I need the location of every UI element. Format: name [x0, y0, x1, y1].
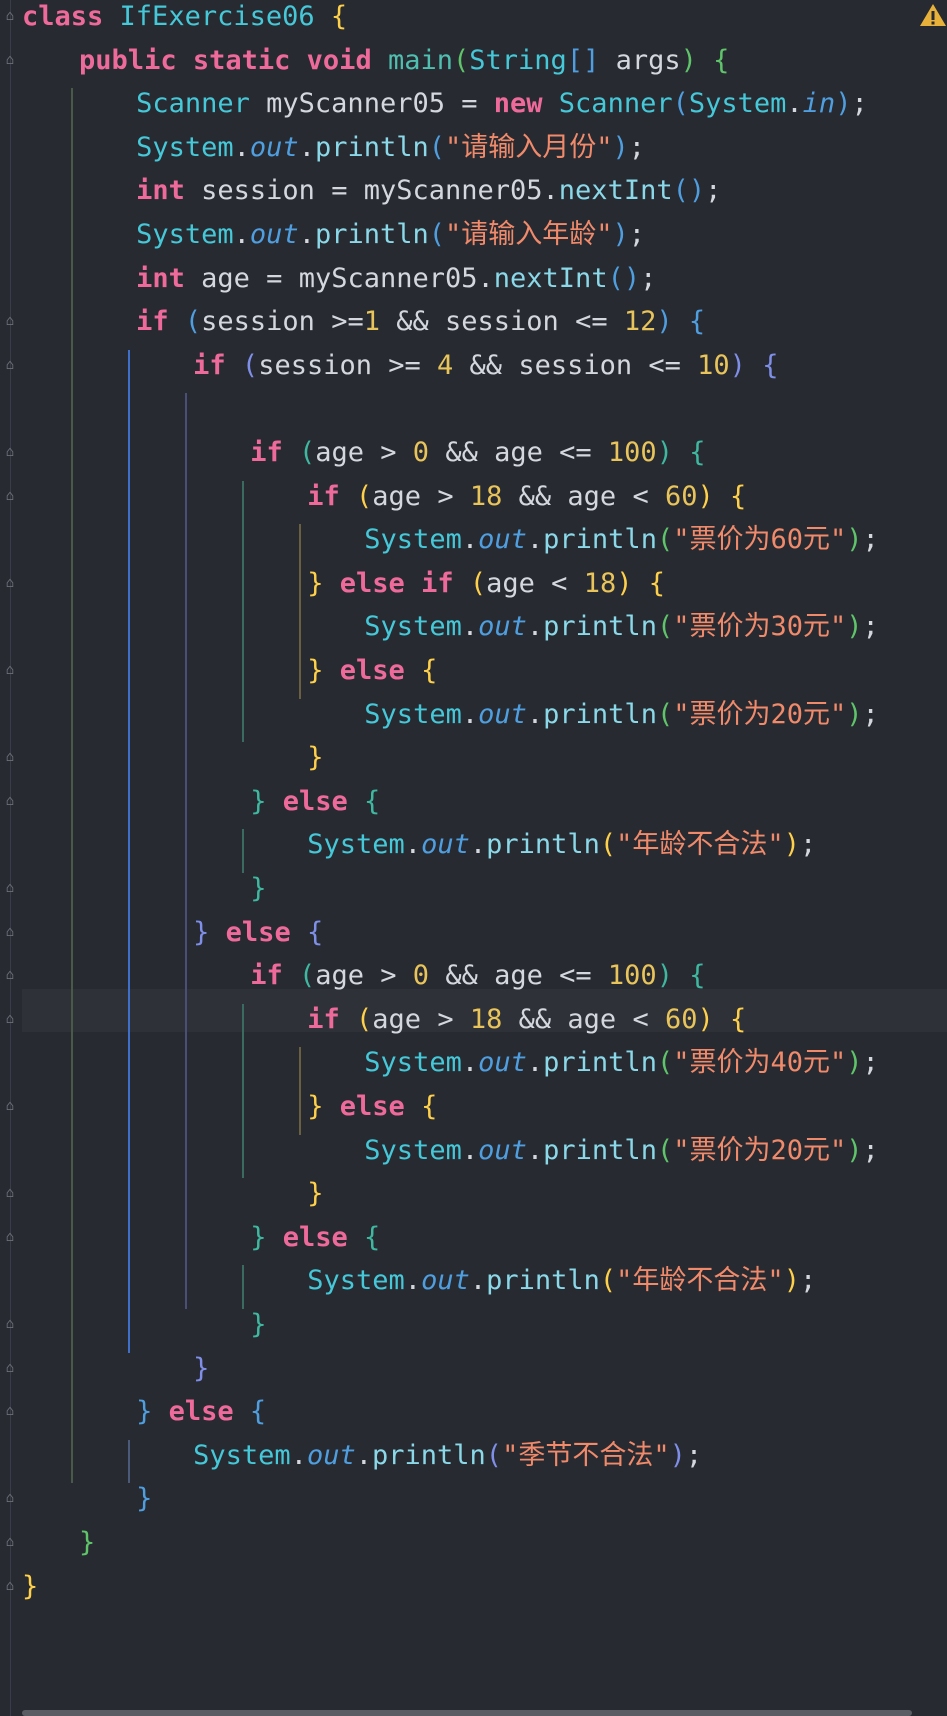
code-line[interactable]: if (session >=1 && session <= 12) { — [136, 300, 705, 344]
code-line[interactable]: } — [79, 1521, 95, 1565]
fold-marker-icon[interactable]: ⌂ — [3, 750, 17, 764]
code-line[interactable]: } — [307, 736, 323, 780]
code-line[interactable]: System.out.println("票价为60元"); — [364, 518, 878, 562]
code-line[interactable]: if (session >= 4 && session <= 10) { — [193, 344, 778, 388]
code-line[interactable]: System.out.println("年龄不合法"); — [307, 823, 816, 867]
fold-marker-icon[interactable]: ⌂ — [3, 445, 17, 459]
fold-marker-icon[interactable]: ⌂ — [3, 1099, 17, 1113]
fold-marker-icon[interactable]: ⌂ — [3, 925, 17, 939]
code-line[interactable]: } — [307, 1172, 323, 1216]
code-line[interactable]: System.out.println("季节不合法"); — [193, 1434, 702, 1478]
fold-marker-icon[interactable]: ⌂ — [3, 1361, 17, 1375]
fold-marker-icon[interactable]: ⌂ — [3, 1230, 17, 1244]
fold-marker-icon[interactable]: ⌂ — [3, 576, 17, 590]
code-line[interactable]: int session = myScanner05.nextInt(); — [136, 169, 721, 213]
indent-guide — [242, 480, 245, 743]
code-line[interactable]: System.out.println("票价为40元"); — [364, 1041, 878, 1085]
code-line[interactable]: Scanner myScanner05 = new Scanner(System… — [136, 82, 868, 126]
fold-marker-icon[interactable]: ⌂ — [3, 881, 17, 895]
code-line[interactable]: } else { — [136, 1390, 266, 1434]
code-line[interactable]: if (age > 0 && age <= 100) { — [250, 954, 705, 998]
fold-marker-icon[interactable]: ⌂ — [3, 968, 17, 982]
code-line[interactable]: System.out.println("票价为30元"); — [364, 605, 878, 649]
indent-guide — [242, 829, 245, 873]
code-line[interactable]: if (age > 18 && age < 60) { — [307, 475, 746, 519]
code-line[interactable]: } else { — [307, 649, 437, 693]
code-line[interactable]: } else { — [250, 1216, 380, 1260]
gutter: ⌂ ⌂ ⌂ ⌂ ⌂ ⌂ ⌂ ⌂ ⌂ ⌂ ⌂ ⌂ ⌂ ⌂ ⌂ ⌂ ⌂ ⌂ ⌂ ⌂ ⌂ ⌂ ⌂ — [0, 0, 22, 1716]
fold-marker-icon[interactable]: ⌂ — [3, 1317, 17, 1331]
code-line[interactable]: class IfExercise06 { — [22, 0, 347, 39]
fold-marker-icon[interactable]: ⌂ — [3, 1012, 17, 1026]
code-editor[interactable]: ⌂ ⌂ ⌂ ⌂ ⌂ ⌂ ⌂ ⌂ ⌂ ⌂ ⌂ ⌂ ⌂ ⌂ ⌂ ⌂ ⌂ ⌂ ⌂ ⌂ ⌂ ⌂ ⌂ class IfExercise… — [0, 0, 947, 1716]
code-line[interactable]: } — [22, 1565, 38, 1609]
indent-guide — [242, 1003, 245, 1179]
fold-marker-icon[interactable]: ⌂ — [3, 489, 17, 503]
code-line[interactable]: } — [193, 1347, 209, 1391]
fold-marker-icon[interactable]: ⌂ — [3, 1535, 17, 1549]
indent-guide — [299, 524, 302, 699]
fold-marker-icon[interactable]: ⌂ — [3, 794, 17, 808]
code-line[interactable]: System.out.println("年龄不合法"); — [307, 1259, 816, 1303]
fold-marker-icon[interactable]: ⌂ — [3, 1186, 17, 1200]
fold-marker-icon[interactable]: ⌂ — [3, 9, 17, 23]
code-line[interactable]: System.out.println("票价为20元"); — [364, 1129, 878, 1173]
indent-guide — [185, 393, 188, 1309]
code-line[interactable]: public static void main(String[] args) { — [79, 39, 729, 83]
fold-marker-icon[interactable]: ⌂ — [3, 314, 17, 328]
fold-marker-icon[interactable]: ⌂ — [3, 53, 17, 67]
code-line[interactable]: System.out.println("请输入年龄"); — [136, 213, 645, 257]
fold-marker-icon[interactable]: ⌂ — [3, 1404, 17, 1418]
fold-marker-icon[interactable]: ⌂ — [3, 358, 17, 372]
code-line[interactable]: System.out.println("票价为20元"); — [364, 693, 878, 737]
code-line[interactable]: } — [250, 867, 266, 911]
code-line[interactable]: if (age > 0 && age <= 100) { — [250, 431, 705, 475]
code-line[interactable]: } — [250, 1303, 266, 1347]
code-line[interactable]: } else if (age < 18) { — [307, 562, 665, 606]
indent-guide — [242, 1265, 245, 1309]
code-line[interactable]: } — [136, 1477, 152, 1521]
indent-guide — [71, 88, 74, 1484]
code-line[interactable]: } else { — [250, 780, 380, 824]
fold-marker-icon[interactable]: ⌂ — [3, 1491, 17, 1505]
code-line[interactable]: } else { — [307, 1085, 437, 1129]
indent-guide — [299, 1047, 302, 1135]
fold-marker-icon[interactable]: ⌂ — [3, 1579, 17, 1593]
code-line[interactable]: System.out.println("请输入月份"); — [136, 126, 645, 170]
indent-guide — [128, 1439, 131, 1484]
code-line[interactable]: } else { — [193, 911, 323, 955]
gutter-separator — [10, 0, 11, 1716]
horizontal-scrollbar[interactable] — [22, 1710, 912, 1716]
warning-icon[interactable] — [919, 2, 947, 28]
code-line[interactable]: if (age > 18 && age < 60) { — [307, 998, 746, 1042]
indent-guide — [128, 349, 131, 1353]
fold-marker-icon[interactable]: ⌂ — [3, 663, 17, 677]
code-line[interactable]: int age = myScanner05.nextInt(); — [136, 257, 656, 301]
